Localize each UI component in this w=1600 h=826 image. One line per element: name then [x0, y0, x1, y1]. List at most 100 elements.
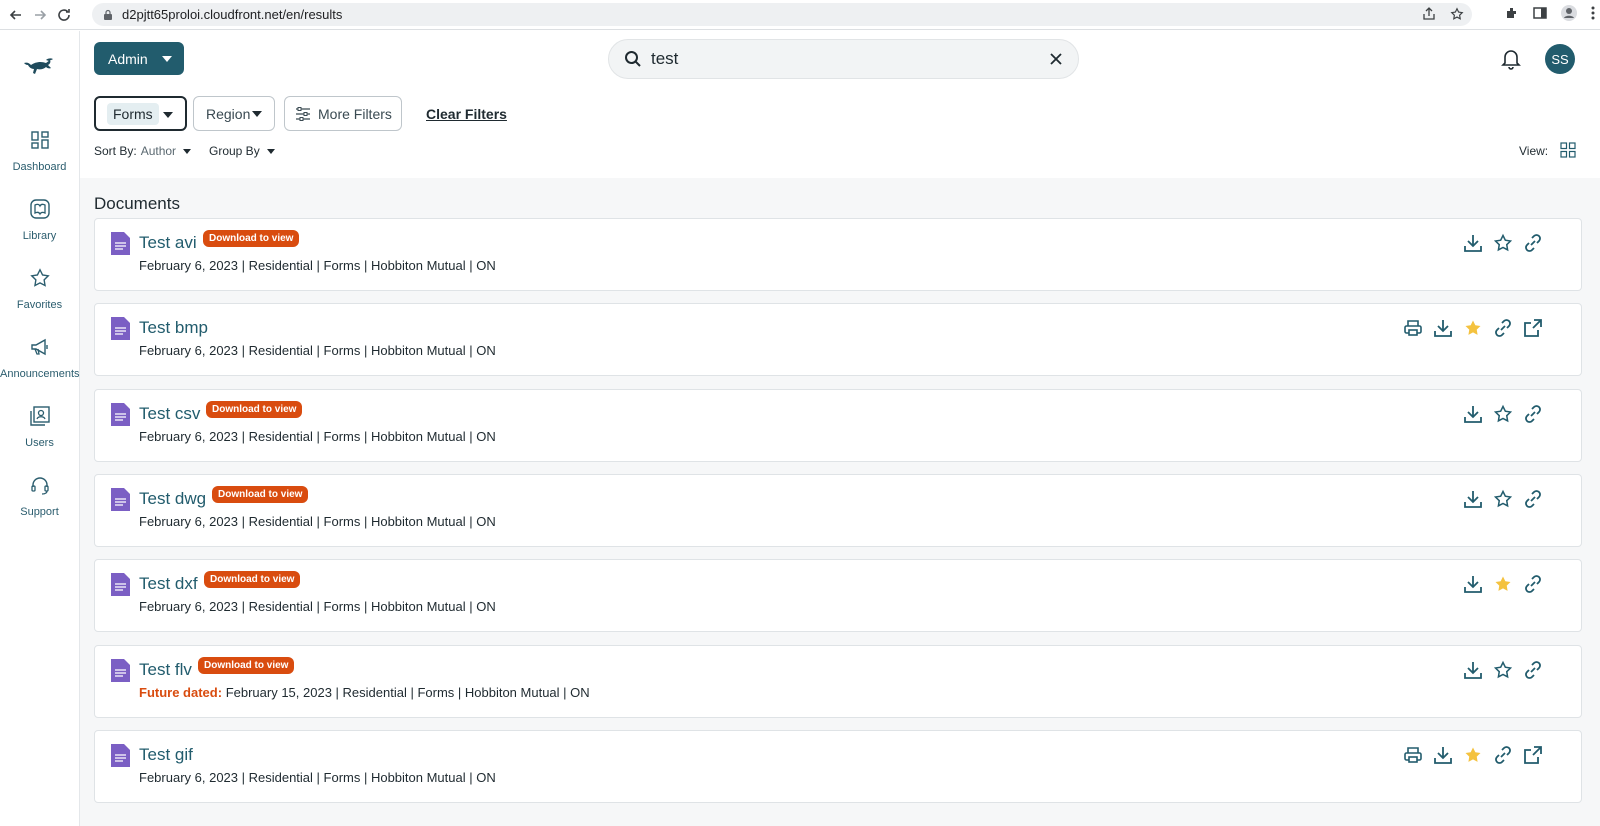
menu-dots-icon[interactable] — [1590, 5, 1596, 21]
group-by-label: Group By — [209, 144, 260, 158]
copy-link-icon[interactable] — [1523, 660, 1543, 680]
sort-by-value: Author — [140, 144, 177, 158]
copy-link-icon[interactable] — [1523, 404, 1543, 424]
users-icon — [29, 406, 50, 426]
document-actions — [1463, 233, 1543, 253]
address-bar[interactable]: d2pjtt65proloi.cloudfront.net/en/results — [92, 3, 1472, 26]
sidebar-item-announcements[interactable]: Announcements — [0, 336, 80, 382]
bell-icon[interactable] — [1501, 48, 1521, 70]
more-filters-button[interactable]: More Filters — [284, 96, 402, 131]
print-icon[interactable] — [1403, 318, 1423, 338]
copy-link-icon[interactable] — [1523, 233, 1543, 253]
sidebar-item-favorites[interactable]: Favorites — [0, 267, 79, 313]
document-row: Test flv Download to view Future dated: Fe… — [94, 644, 1582, 718]
search-icon — [625, 51, 641, 67]
extensions-icon[interactable] — [1504, 5, 1520, 21]
bookmark-star-icon[interactable] — [1450, 7, 1464, 21]
favorite-icon[interactable] — [1463, 318, 1483, 338]
favorite-icon[interactable] — [1493, 489, 1513, 509]
dashboard-icon — [30, 131, 49, 149]
document-title[interactable]: Test avi — [139, 233, 197, 253]
document-title[interactable]: Test dwg — [139, 489, 206, 509]
download-icon[interactable] — [1463, 233, 1483, 253]
document-row: Test csv Download to view February 6, 2023… — [94, 388, 1582, 462]
star-icon — [29, 268, 50, 287]
sidebar-item-support[interactable]: Support — [0, 474, 79, 520]
sidebar-item-label: Favorites — [16, 299, 63, 311]
download-icon[interactable] — [1433, 745, 1453, 765]
sort-by-label: Sort By: — [94, 144, 137, 158]
region-filter-label: Region — [206, 105, 251, 122]
open-external-icon[interactable] — [1523, 318, 1543, 338]
document-meta-text: February 6, 2023 | Residential | Forms |… — [139, 428, 496, 444]
clear-filters-link[interactable]: Clear Filters — [426, 106, 507, 122]
document-actions — [1463, 489, 1543, 509]
caret-down-icon — [266, 148, 275, 154]
profile-icon[interactable] — [1560, 4, 1578, 22]
search-input[interactable] — [651, 48, 1031, 70]
favorite-icon[interactable] — [1493, 574, 1513, 594]
favorite-icon[interactable] — [1493, 660, 1513, 680]
download-icon[interactable] — [1433, 318, 1453, 338]
forward-icon[interactable] — [28, 3, 52, 27]
document-row: Test bmp February 6, 2023 | Residential |… — [94, 303, 1582, 377]
document-title[interactable]: Test gif — [139, 745, 193, 765]
sidebar-item-label: Announcements — [0, 368, 80, 380]
document-meta-text: February 6, 2023 | Residential | Forms |… — [139, 513, 496, 529]
document-title[interactable]: Test dxf — [139, 574, 198, 594]
print-icon[interactable] — [1403, 745, 1423, 765]
download-to-view-badge: Download to view — [204, 571, 301, 589]
admin-label: Admin — [108, 50, 148, 67]
download-icon[interactable] — [1463, 489, 1483, 509]
section-title: Documents — [94, 194, 180, 213]
sidebar-item-label: Support — [20, 506, 59, 518]
close-icon[interactable] — [1048, 51, 1064, 67]
avatar[interactable]: SS — [1545, 44, 1575, 74]
caret-down-icon — [163, 112, 173, 118]
copy-link-icon[interactable] — [1523, 574, 1543, 594]
sidebar-item-label: Dashboard — [12, 161, 67, 173]
document-title[interactable]: Test bmp — [139, 318, 208, 338]
sidebar-item-library[interactable]: Library — [0, 198, 79, 244]
sidebar-item-users[interactable]: Users — [0, 405, 79, 451]
copy-link-icon[interactable] — [1523, 489, 1543, 509]
open-external-icon[interactable] — [1523, 745, 1543, 765]
back-icon[interactable] — [4, 3, 28, 27]
share-icon[interactable] — [1422, 7, 1436, 21]
bull-logo-icon[interactable] — [22, 53, 56, 77]
favorite-icon[interactable] — [1493, 233, 1513, 253]
document-meta: February 6, 2023 | Residential | Forms |… — [139, 429, 496, 444]
sidebar-item-dashboard[interactable]: Dashboard — [0, 129, 79, 175]
download-icon[interactable] — [1463, 404, 1483, 424]
document-file-icon — [111, 487, 130, 511]
admin-dropdown-button[interactable]: Admin — [94, 42, 184, 75]
group-by-dropdown[interactable]: Group By — [209, 144, 275, 158]
grid-view-icon[interactable] — [1560, 142, 1576, 158]
document-title[interactable]: Test csv — [139, 404, 200, 424]
sidebar-item-label: Users — [25, 437, 54, 449]
download-to-view-badge: Download to view — [212, 485, 309, 503]
copy-link-icon[interactable] — [1493, 318, 1513, 338]
document-title[interactable]: Test flv — [139, 660, 192, 680]
caret-down-icon — [162, 56, 172, 62]
download-icon[interactable] — [1463, 660, 1483, 680]
url-text: d2pjtt65proloi.cloudfront.net/en/results — [122, 7, 343, 22]
document-meta: February 6, 2023 | Residential | Forms |… — [139, 258, 496, 273]
favorite-icon[interactable] — [1493, 404, 1513, 424]
download-icon[interactable] — [1463, 574, 1483, 594]
document-file-icon — [111, 573, 130, 597]
favorite-icon[interactable] — [1463, 745, 1483, 765]
megaphone-icon — [30, 338, 48, 356]
document-actions — [1403, 745, 1543, 765]
forms-filter-dropdown[interactable]: Forms — [94, 96, 187, 131]
sort-by-dropdown[interactable]: Sort By: Author — [94, 144, 192, 158]
side-panel-icon[interactable] — [1532, 5, 1548, 21]
copy-link-icon[interactable] — [1493, 745, 1513, 765]
region-filter-dropdown[interactable]: Region — [193, 96, 275, 131]
results-area: Documents Test avi Download to view Februa… — [80, 178, 1600, 826]
sliders-icon — [296, 106, 310, 121]
reload-icon[interactable] — [52, 3, 76, 27]
document-actions — [1463, 660, 1543, 680]
document-file-icon — [111, 317, 130, 341]
document-meta-text: February 6, 2023 | Residential | Forms |… — [139, 599, 496, 615]
